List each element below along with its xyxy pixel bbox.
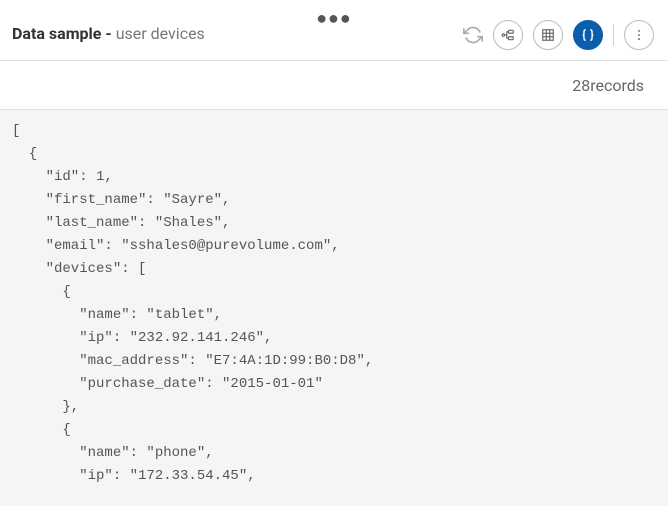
header-bar: ●●● Data sample - user devices [0, 0, 668, 61]
json-content: [ { "id": 1, "first_name": "Sayre", "las… [0, 110, 668, 498]
json-view-button[interactable] [573, 20, 603, 50]
page-title: Data sample - user devices [12, 24, 205, 43]
toolbar [463, 20, 654, 50]
records-bar: 28 records [0, 61, 668, 110]
json-code-area[interactable]: [ { "id": 1, "first_name": "Sayre", "las… [0, 110, 668, 506]
schema-view-button[interactable] [493, 20, 523, 50]
refresh-icon[interactable] [463, 25, 483, 45]
more-menu-button[interactable] [624, 20, 654, 50]
records-count: 28 [572, 76, 590, 95]
table-view-button[interactable] [533, 20, 563, 50]
separator [613, 24, 614, 46]
title-suffix: user devices [116, 24, 205, 43]
drag-handle-icon[interactable]: ●●● [316, 8, 352, 29]
records-label: records [590, 76, 644, 95]
title-prefix: Data sample - [12, 24, 116, 43]
